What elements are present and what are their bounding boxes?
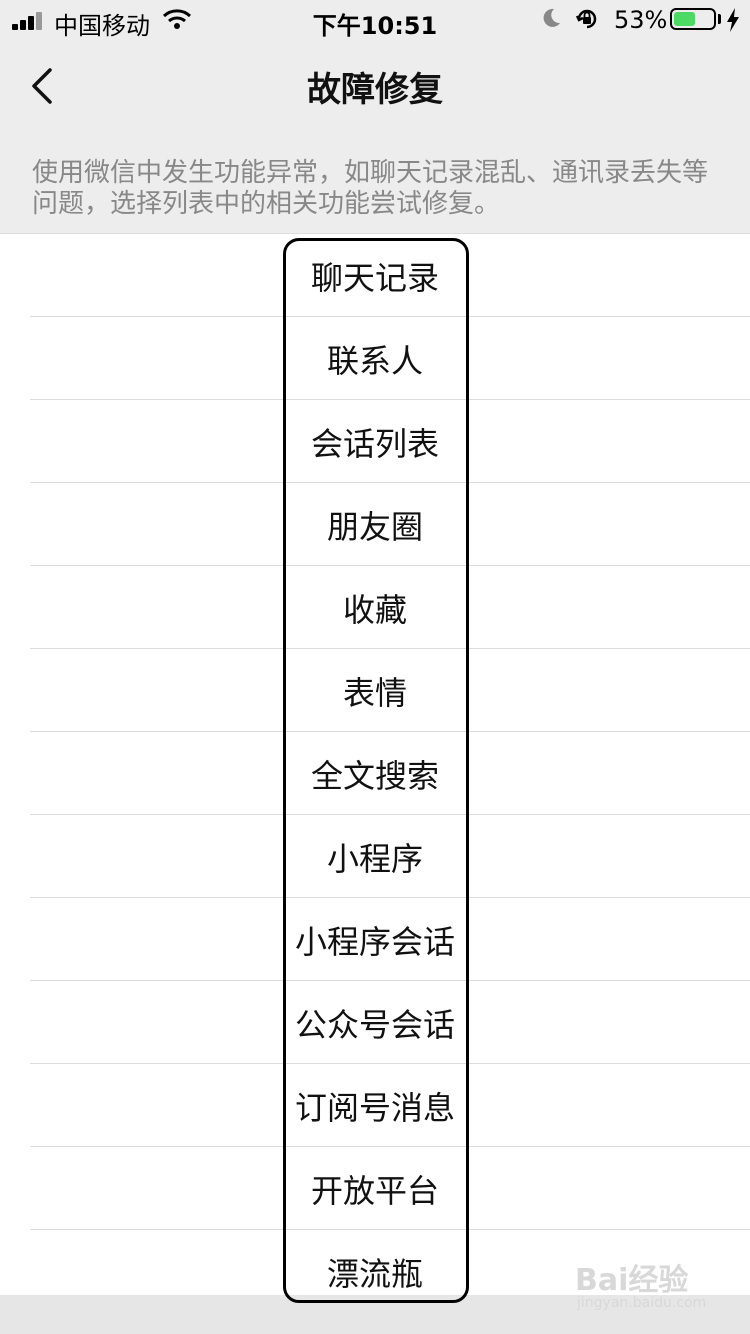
list-item-label: 小程序会话 xyxy=(294,922,455,961)
description-text: 使用微信中发生功能异常，如聊天记录混乱、通讯录丢失等问题，选择列表中的相关功能尝… xyxy=(32,158,709,219)
watermark-logo: Bai经验 xyxy=(575,1263,689,1298)
battery-percent: 53% xyxy=(614,6,668,34)
list-item-label: 漂流瓶 xyxy=(326,1254,423,1293)
list-item[interactable]: 朋友圈 xyxy=(0,483,750,566)
list-item-label: 订阅号消息 xyxy=(294,1088,455,1127)
battery-icon xyxy=(670,8,716,30)
navigation-bar: 故障修复 xyxy=(0,40,750,130)
charging-bolt-icon xyxy=(727,8,739,32)
rotation-lock-icon xyxy=(575,9,597,29)
list-item-label: 表情 xyxy=(342,673,407,712)
list-item-label: 全文搜索 xyxy=(310,756,439,795)
list-item[interactable]: 表情 xyxy=(0,649,750,732)
list-item-label: 联系人 xyxy=(326,341,423,380)
battery-fill xyxy=(674,12,695,26)
list-item-label: 收藏 xyxy=(342,590,407,629)
list-item[interactable]: 公众号会话 xyxy=(0,981,750,1064)
list-item[interactable]: 开放平台 xyxy=(0,1147,750,1230)
list-item-label: 朋友圈 xyxy=(326,507,423,546)
watermark-url: jingyan.baidu.com xyxy=(577,1295,707,1311)
list-item-label: 会话列表 xyxy=(310,424,439,463)
do-not-disturb-moon-icon xyxy=(543,8,560,27)
list-item[interactable]: 全文搜索 xyxy=(0,732,750,815)
list-item[interactable]: 订阅号消息 xyxy=(0,1064,750,1147)
list-item-label: 公众号会话 xyxy=(294,1005,455,1044)
page-title: 故障修复 xyxy=(307,70,443,110)
list-item[interactable]: 小程序 xyxy=(0,815,750,898)
list-item-label: 小程序 xyxy=(326,839,423,878)
list-item[interactable]: 小程序会话 xyxy=(0,898,750,981)
list-item[interactable]: 联系人 xyxy=(0,317,750,400)
list-item-label: 聊天记录 xyxy=(310,258,439,297)
list-item[interactable]: 收藏 xyxy=(0,566,750,649)
battery-cap xyxy=(718,14,721,24)
watermark: Bai经验 jingyan.baidu.com xyxy=(575,1255,735,1315)
status-bar: 中国移动 下午10:51 53% xyxy=(0,0,750,40)
repair-options-list: 聊天记录联系人会话列表朋友圈收藏表情全文搜索小程序小程序会话公众号会话订阅号消息… xyxy=(0,233,750,1296)
list-item[interactable]: 聊天记录 xyxy=(0,234,750,317)
list-item-label: 开放平台 xyxy=(310,1171,439,1210)
list-item[interactable]: 会话列表 xyxy=(0,400,750,483)
